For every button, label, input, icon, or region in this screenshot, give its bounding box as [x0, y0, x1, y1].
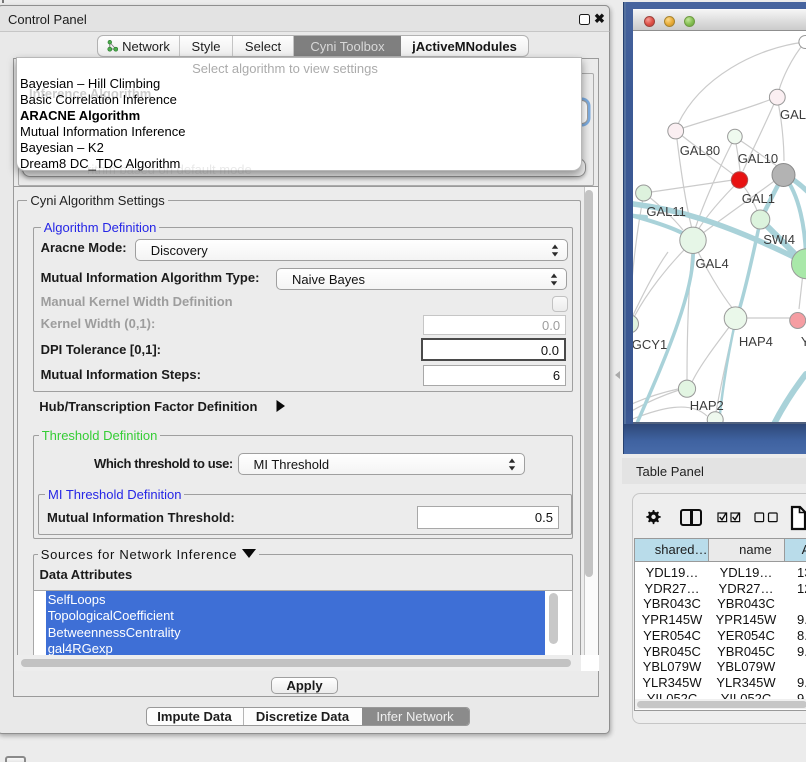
- svg-text:Y: Y: [801, 334, 806, 349]
- svg-text:HAP2: HAP2: [690, 398, 724, 413]
- svg-text:GCY1: GCY1: [633, 337, 667, 352]
- svg-text:SWI4: SWI4: [763, 232, 795, 247]
- svg-text:GAL11: GAL11: [646, 204, 686, 219]
- svg-text:HAP4: HAP4: [739, 334, 773, 349]
- svg-text:GAL5: GAL5: [780, 107, 806, 122]
- svg-text:GAL1: GAL1: [742, 191, 775, 206]
- svg-text:GAL10: GAL10: [738, 151, 778, 166]
- svg-text:GAL4: GAL4: [696, 256, 729, 271]
- svg-text:GAL80: GAL80: [680, 143, 720, 158]
